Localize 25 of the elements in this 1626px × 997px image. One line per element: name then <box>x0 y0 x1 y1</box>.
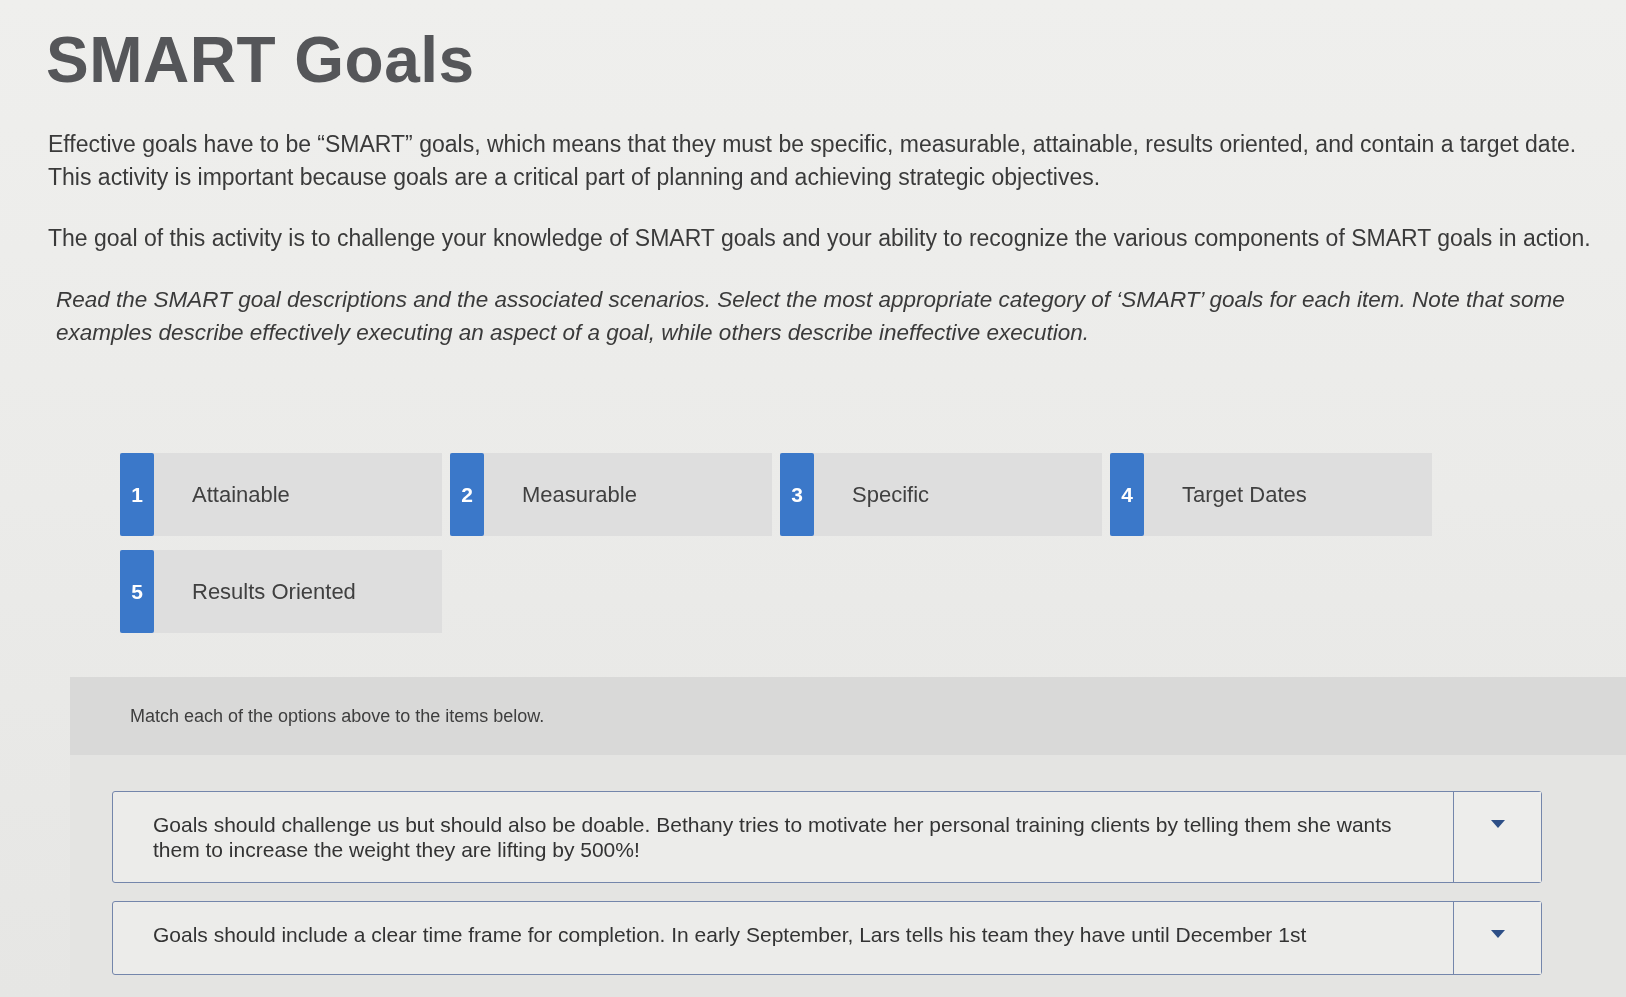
intro-paragraph: Effective goals have to be “SMART” goals, which means that they must be specific, measurable, attainable, results oriented, and contain a target date. This activity is important because goals are a critical part of planning and achieving strategic objectives. <box>48 130 1578 192</box>
caret-icon <box>1490 930 1505 938</box>
option-label: Specific <box>852 481 930 508</box>
option-label: Measurable <box>522 481 637 508</box>
page-title: SMART Goals <box>46 23 475 98</box>
option-tile[interactable]: 1 Attainable <box>120 453 442 536</box>
answer-dropdown[interactable] <box>1453 902 1541 974</box>
caret-icon <box>1490 820 1505 828</box>
option-label: Results Oriented <box>192 578 356 605</box>
option-number: 4 <box>1110 453 1144 536</box>
option-tile[interactable]: 3 Specific <box>780 453 1102 536</box>
intro-paragraph: The goal of this activity is to challenge your knowledge of SMART goals and your ability to recognize the various components of SMART goals in action. <box>48 224 1592 253</box>
scenario-text: Goals should include a clear time frame for completion. In early September, Lars tells his team they have until December 1st <box>152 922 1308 948</box>
option-number: 1 <box>120 453 154 536</box>
scenario-text: Goals should challenge us but should also be doable. Bethany tries to motivate her personal training clients by telling them she wants them to increase the weight they are lifting by 500%! <box>152 812 1393 863</box>
intro-paragraph: Read the SMART goal descriptions and the associated scenarios. Select the most appropriate category of ‘SMART’ goals for each item. Note that some examples describe effectively executing an aspect of a goal, while others describe ineffective execution. <box>55 286 1566 347</box>
option-number: 5 <box>120 550 154 633</box>
option-tile[interactable]: 4 Target Dates <box>1110 453 1432 536</box>
option-label: Target Dates <box>1182 481 1307 508</box>
option-number: 2 <box>450 453 484 536</box>
match-instruction: Match each of the options above to the items below. <box>130 705 545 727</box>
option-number: 3 <box>780 453 814 536</box>
option-tile[interactable]: 2 Measurable <box>450 453 772 536</box>
option-label: Attainable <box>192 481 290 508</box>
option-tile[interactable]: 5 Results Oriented <box>120 550 442 633</box>
